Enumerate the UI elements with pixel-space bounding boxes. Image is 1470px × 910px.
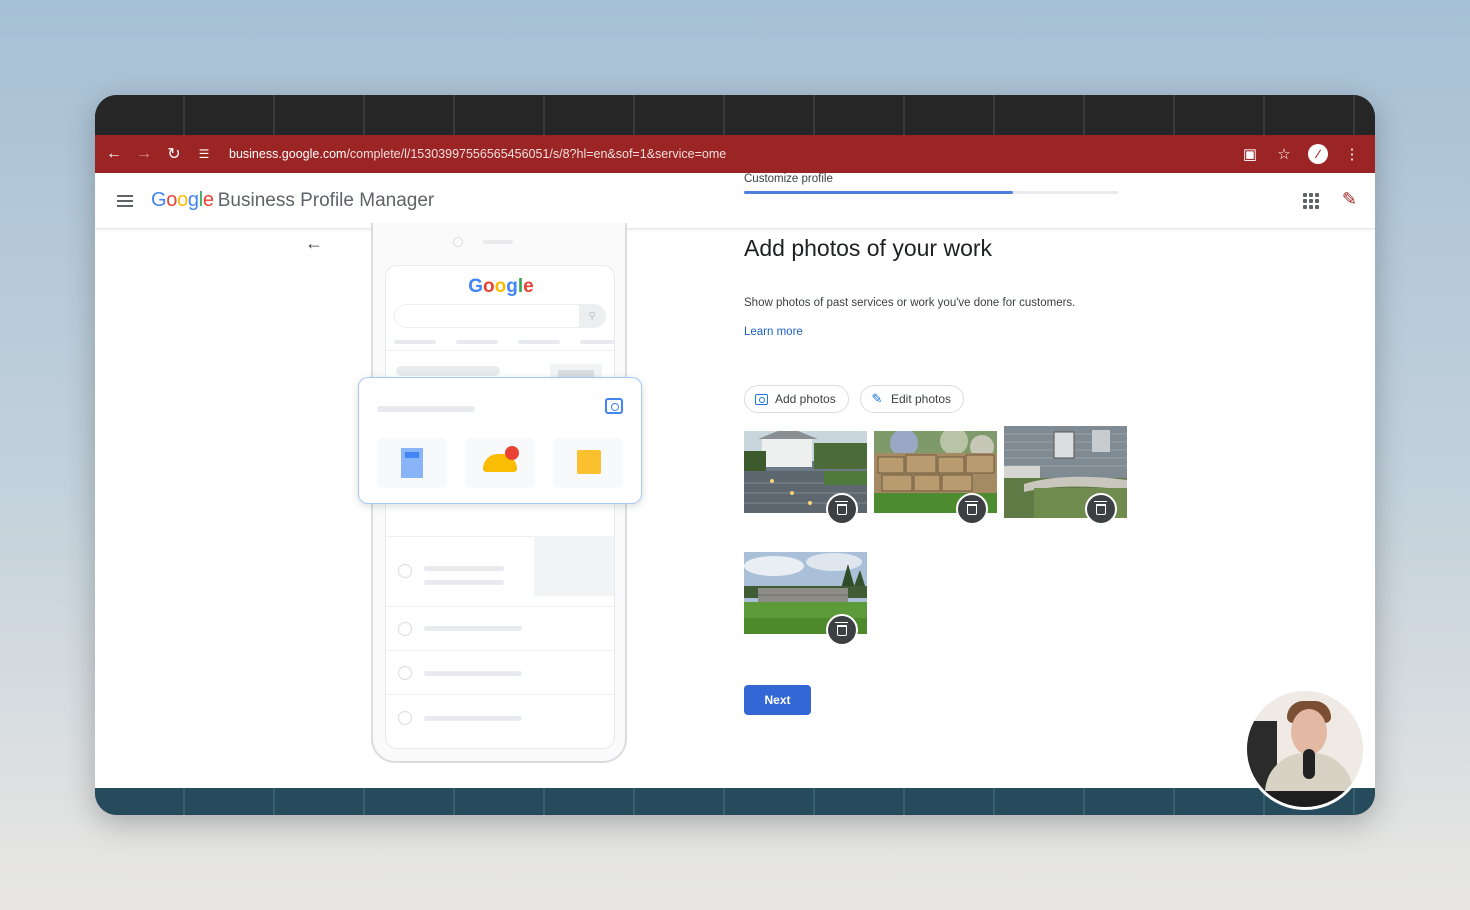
bookmark-star-icon[interactable]: ☆ bbox=[1269, 139, 1299, 169]
back-arrow-icon[interactable]: ← bbox=[305, 233, 323, 254]
reload-icon[interactable]: ↻ bbox=[159, 139, 189, 169]
delete-photo-1-button[interactable] bbox=[826, 493, 858, 525]
google-wordmark: Google bbox=[151, 189, 214, 211]
browser-window: ← → ↻ ☰ business.google.com/complete/l/1… bbox=[95, 95, 1375, 815]
preview-clock-icon bbox=[398, 622, 412, 636]
preview-photos-card bbox=[358, 377, 642, 504]
add-photo-camera-icon bbox=[605, 398, 623, 414]
preview-phone-icon bbox=[398, 666, 412, 680]
browser-menu-icon[interactable]: ⋮ bbox=[1337, 139, 1367, 169]
trash-icon bbox=[835, 621, 848, 636]
desktop-background-strip bbox=[95, 788, 1375, 815]
preview-tile-store bbox=[377, 438, 447, 488]
phone-speaker bbox=[483, 240, 513, 244]
preview-search-icon: ⚲ bbox=[579, 305, 605, 327]
step-label: Customize profile bbox=[744, 173, 833, 185]
preview-tile-note bbox=[553, 438, 623, 488]
edit-photos-button[interactable]: ✎ Edit photos bbox=[860, 385, 965, 413]
preview-tile-food bbox=[465, 438, 535, 488]
add-photos-button[interactable]: Add photos bbox=[744, 385, 849, 413]
preview-map-thumbnail bbox=[534, 536, 614, 596]
tab-strip bbox=[95, 95, 1375, 135]
app-header: Google Business Profile Manager ✎ bbox=[95, 173, 1375, 229]
address-bar: ← → ↻ ☰ business.google.com/complete/l/1… bbox=[95, 135, 1375, 173]
preview-globe-icon bbox=[398, 711, 412, 725]
phone-camera-dot bbox=[453, 237, 463, 247]
setup-progress-fill bbox=[744, 191, 1014, 194]
pencil-icon: ✎ bbox=[871, 391, 883, 406]
install-app-icon[interactable]: ▣ bbox=[1235, 139, 1265, 169]
page-title: Add photos of your work bbox=[744, 235, 993, 261]
app-title: Business Profile Manager bbox=[217, 190, 435, 211]
page-content: Google Business Profile Manager ✎ ← Goog… bbox=[95, 173, 1375, 788]
trash-icon bbox=[835, 500, 848, 515]
url-field[interactable]: business.google.com/complete/l/153039975… bbox=[229, 147, 726, 161]
delete-photo-3-button[interactable] bbox=[1085, 493, 1117, 525]
microphone-icon bbox=[1303, 749, 1315, 779]
add-photo-icon bbox=[753, 391, 769, 407]
setup-progress-bar bbox=[744, 191, 1118, 194]
delete-photo-4-button[interactable] bbox=[826, 614, 858, 646]
preview-google-logo: Google bbox=[468, 276, 534, 297]
webcam-overlay bbox=[1244, 688, 1366, 810]
google-apps-icon[interactable] bbox=[1303, 193, 1319, 209]
app-logo[interactable]: Google Business Profile Manager bbox=[151, 189, 434, 212]
url-host: business.google.com bbox=[229, 147, 347, 161]
delete-photo-2-button[interactable] bbox=[956, 493, 988, 525]
main-menu-icon[interactable] bbox=[117, 194, 133, 207]
url-path: /complete/l/15303997556565456051/s/8?hl=… bbox=[346, 147, 727, 161]
phone-screen: Google ⚲ ★★★★★ bbox=[385, 265, 615, 749]
next-button[interactable]: Next bbox=[744, 685, 811, 715]
extension-icon[interactable]: ∕ bbox=[1303, 139, 1333, 169]
trash-icon bbox=[965, 500, 978, 515]
page-description: Show photos of past services or work you… bbox=[744, 297, 1076, 309]
learn-more-link[interactable]: Learn more bbox=[744, 326, 803, 338]
edit-photos-label: Edit photos bbox=[891, 392, 952, 406]
account-avatar[interactable]: ✎ bbox=[1342, 189, 1357, 210]
preview-location-icon bbox=[398, 564, 412, 578]
add-photos-label: Add photos bbox=[775, 392, 836, 406]
preview-search-box: ⚲ bbox=[394, 304, 606, 328]
back-icon[interactable]: ← bbox=[99, 139, 129, 169]
forward-icon[interactable]: → bbox=[129, 139, 159, 169]
trash-icon bbox=[1094, 500, 1107, 515]
site-settings-icon[interactable]: ☰ bbox=[189, 139, 219, 169]
